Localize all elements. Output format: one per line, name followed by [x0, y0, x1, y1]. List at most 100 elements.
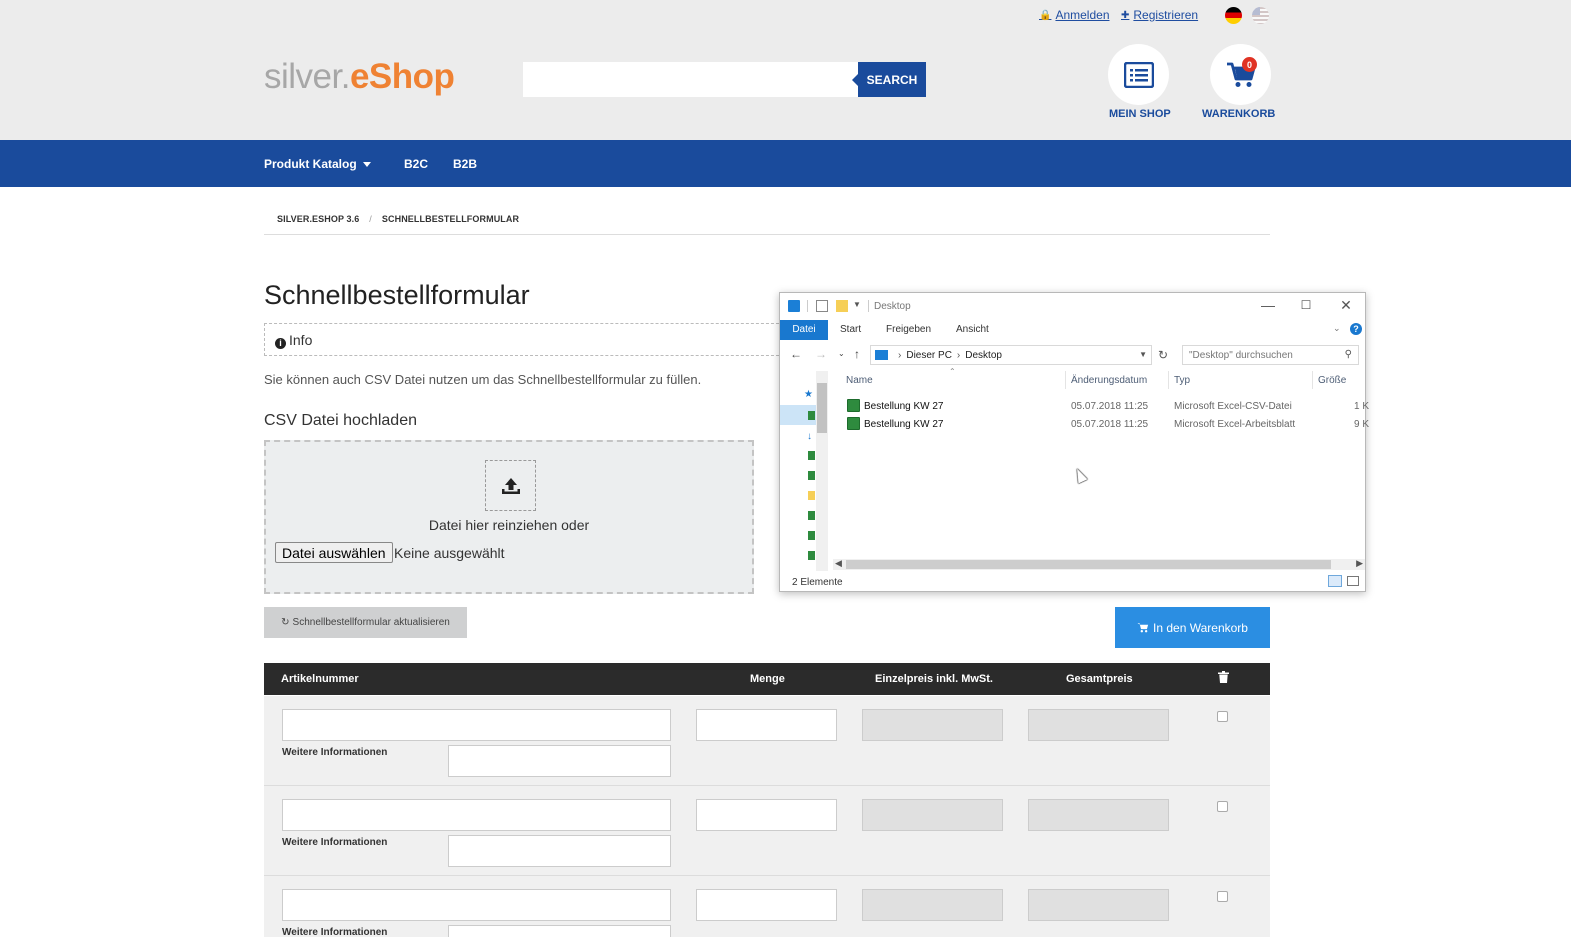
scroll-right-icon[interactable]: ▶: [1356, 558, 1363, 569]
nav-item-b2c[interactable]: B2C: [404, 157, 428, 171]
shopping-cart-icon: [1137, 623, 1149, 633]
explorer-title: Desktop: [874, 301, 911, 312]
row-delete-checkbox[interactable]: [1217, 711, 1228, 722]
help-icon[interactable]: ?: [1350, 323, 1362, 335]
address-item-desktop[interactable]: Desktop: [965, 350, 1002, 361]
login-link[interactable]: 🔒 Anmelden: [1039, 8, 1110, 22]
article-number-input[interactable]: [282, 799, 671, 831]
site-logo[interactable]: silver.eShop: [264, 57, 455, 97]
info-text: Sie können auch CSV Datei nutzen um das …: [264, 372, 702, 387]
info-toggle[interactable]: i Info: [264, 323, 784, 356]
ribbon-tab-share[interactable]: Freigeben: [886, 324, 931, 335]
total-price-field: [1028, 889, 1169, 921]
large-icons-view-icon[interactable]: [1347, 576, 1359, 586]
quantity-input[interactable]: [696, 889, 837, 921]
details-view-icon[interactable]: [1328, 575, 1342, 587]
quantity-input[interactable]: [696, 709, 837, 741]
green-folder-icon[interactable]: [808, 471, 815, 480]
nav-pane-scrollbar[interactable]: [816, 371, 828, 571]
explorer-search-input[interactable]: "Desktop" durchsuchen ⚲: [1182, 345, 1359, 365]
star-icon[interactable]: ★: [804, 389, 813, 400]
column-header-date[interactable]: Änderungsdatum: [1071, 375, 1147, 386]
up-arrow-icon[interactable]: ↑: [854, 347, 860, 361]
cart-button[interactable]: [1210, 44, 1271, 105]
horizontal-scrollbar[interactable]: ◀ ▶: [833, 558, 1365, 570]
green-folder-icon[interactable]: [808, 551, 815, 560]
column-divider[interactable]: [1312, 371, 1313, 389]
ribbon-tab-start[interactable]: Start: [840, 324, 861, 335]
german-flag-icon[interactable]: [1225, 7, 1242, 24]
search-button[interactable]: SEARCH: [852, 62, 926, 97]
choose-file-button[interactable]: Datei auswählen: [275, 542, 393, 563]
more-info-input[interactable]: [448, 925, 671, 937]
login-label: Anmelden: [1055, 8, 1110, 22]
excel-file-icon: [847, 399, 860, 412]
column-divider[interactable]: [1168, 371, 1169, 389]
article-number-input[interactable]: [282, 889, 671, 921]
file-date: 05.07.2018 11:25: [1071, 419, 1149, 430]
green-folder-icon[interactable]: [808, 451, 815, 460]
file-row[interactable]: Bestellung KW 27 05.07.2018 11:25 Micros…: [844, 415, 1369, 433]
trash-icon[interactable]: [1218, 671, 1229, 686]
update-form-button[interactable]: ↻ Schnellbestellformular aktualisieren: [264, 607, 467, 638]
cart-count-badge: 0: [1242, 57, 1257, 72]
ribbon-tab-file[interactable]: Datei: [780, 320, 828, 340]
download-icon[interactable]: ↓: [807, 431, 814, 442]
more-info-input[interactable]: [448, 745, 671, 777]
refresh-icon[interactable]: ↻: [1158, 348, 1168, 362]
file-type: Microsoft Excel-Arbeitsblatt: [1174, 419, 1296, 430]
total-price-field: [1028, 709, 1169, 741]
back-arrow-icon[interactable]: ←: [790, 347, 802, 361]
more-info-input[interactable]: [448, 835, 671, 867]
article-number-input[interactable]: [282, 709, 671, 741]
search-input[interactable]: [523, 62, 858, 97]
csv-dropzone[interactable]: Datei hier reinziehen oder Datei auswähl…: [264, 440, 754, 594]
minimize-icon[interactable]: —: [1258, 297, 1278, 313]
nav-item-product-catalog[interactable]: Produkt Katalog: [264, 157, 371, 171]
add-to-cart-button[interactable]: In den Warenkorb: [1115, 607, 1270, 648]
quick-access-dropdown-icon[interactable]: ▼: [853, 300, 865, 312]
file-row[interactable]: Bestellung KW 27 05.07.2018 11:25 Micros…: [844, 397, 1369, 415]
site-header: 🔒 Anmelden ✚ Registrieren silver.eShop S…: [0, 0, 1571, 140]
recent-locations-icon[interactable]: ⌄: [838, 349, 845, 358]
green-folder-icon[interactable]: [808, 411, 815, 420]
properties-icon[interactable]: [816, 300, 828, 312]
close-icon[interactable]: ✕: [1336, 297, 1356, 314]
address-bar[interactable]: › Dieser PC › Desktop ▼: [870, 345, 1152, 365]
breadcrumb-home[interactable]: SILVER.ESHOP 3.6: [277, 214, 359, 224]
my-shop-button[interactable]: [1108, 44, 1169, 105]
cart-label[interactable]: WARENKORB: [1202, 108, 1275, 120]
file-explorer-window[interactable]: ▼ Desktop — ☐ ✕ Datei Start Freigeben An…: [779, 292, 1369, 592]
scroll-left-icon[interactable]: ◀: [835, 558, 842, 569]
column-header-type[interactable]: Typ: [1174, 375, 1190, 386]
explorer-titlebar[interactable]: ▼ Desktop — ☐ ✕: [780, 293, 1365, 319]
forward-arrow-icon[interactable]: →: [815, 347, 827, 361]
maximize-icon[interactable]: ☐: [1296, 298, 1316, 312]
column-header-size[interactable]: Größe: [1318, 375, 1346, 386]
quantity-input[interactable]: [696, 799, 837, 831]
green-folder-icon[interactable]: [808, 511, 815, 520]
scrollbar-thumb[interactable]: [817, 383, 827, 433]
new-folder-icon[interactable]: [836, 300, 848, 312]
green-folder-icon[interactable]: [808, 531, 815, 540]
ribbon-tab-view[interactable]: Ansicht: [956, 324, 989, 335]
navigation-pane[interactable]: ★ ↓: [780, 371, 828, 571]
column-divider[interactable]: [1065, 371, 1066, 389]
address-item-this-pc[interactable]: Dieser PC: [906, 350, 952, 361]
row-delete-checkbox[interactable]: [1217, 891, 1228, 902]
chevron-down-icon[interactable]: ⌄: [1333, 323, 1341, 334]
column-header-article: Artikelnummer: [281, 673, 359, 685]
us-flag-icon[interactable]: [1252, 7, 1269, 24]
row-delete-checkbox[interactable]: [1217, 801, 1228, 812]
breadcrumb-divider: [264, 234, 1270, 235]
computer-icon: [788, 300, 800, 312]
register-link[interactable]: ✚ Registrieren: [1121, 8, 1198, 22]
my-shop-label[interactable]: MEIN SHOP: [1109, 108, 1171, 120]
folder-icon[interactable]: [808, 491, 815, 500]
chevron-down-icon[interactable]: ▼: [1139, 350, 1147, 359]
user-plus-icon: ✚: [1121, 9, 1130, 21]
column-header-name[interactable]: Name: [846, 375, 873, 386]
refresh-icon: ↻: [281, 617, 290, 628]
scrollbar-thumb[interactable]: [846, 560, 1331, 569]
nav-item-b2b[interactable]: B2B: [453, 157, 477, 171]
